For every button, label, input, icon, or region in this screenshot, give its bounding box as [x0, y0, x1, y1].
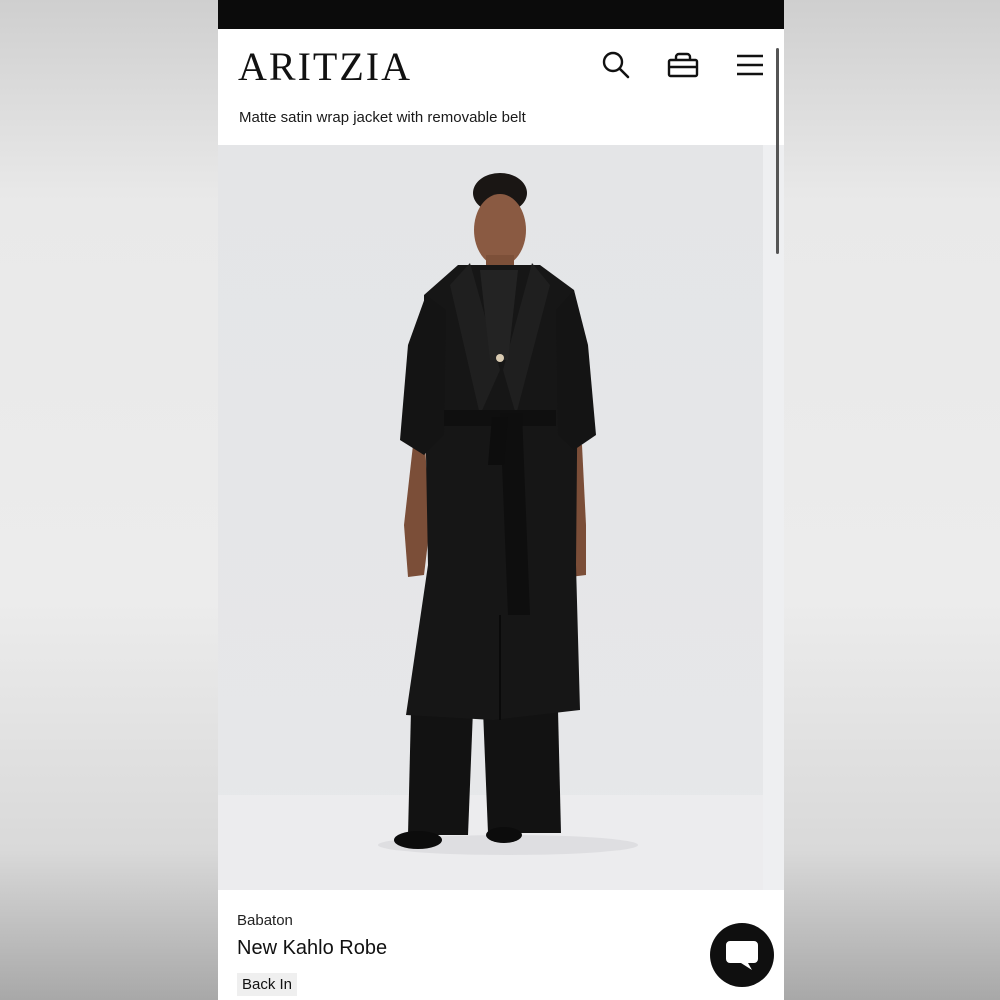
shopping-bag-icon[interactable]: [667, 49, 699, 81]
product-name: New Kahlo Robe: [237, 937, 388, 959]
product-info: Babaton New Kahlo Robe Back In: [218, 890, 784, 1000]
model-illustration: [378, 173, 638, 855]
scrollbar[interactable]: [776, 48, 779, 254]
phone-screen: ARITZIA Matte satin wrap jacket with rem…: [218, 0, 784, 1000]
product-image[interactable]: [218, 145, 784, 890]
status-bar: [218, 0, 784, 29]
menu-icon[interactable]: [734, 49, 766, 81]
aritzia-logo[interactable]: ARITZIA: [238, 45, 412, 89]
product-brand[interactable]: Babaton: [237, 912, 293, 929]
chat-icon: [726, 941, 758, 970]
site-header: ARITZIA Matte satin wrap jacket with rem…: [218, 29, 784, 145]
status-badge: Back In: [237, 973, 298, 996]
search-icon[interactable]: [600, 49, 632, 81]
product-subtitle: Matte satin wrap jacket with removable b…: [239, 109, 526, 126]
chat-button[interactable]: [710, 923, 774, 987]
